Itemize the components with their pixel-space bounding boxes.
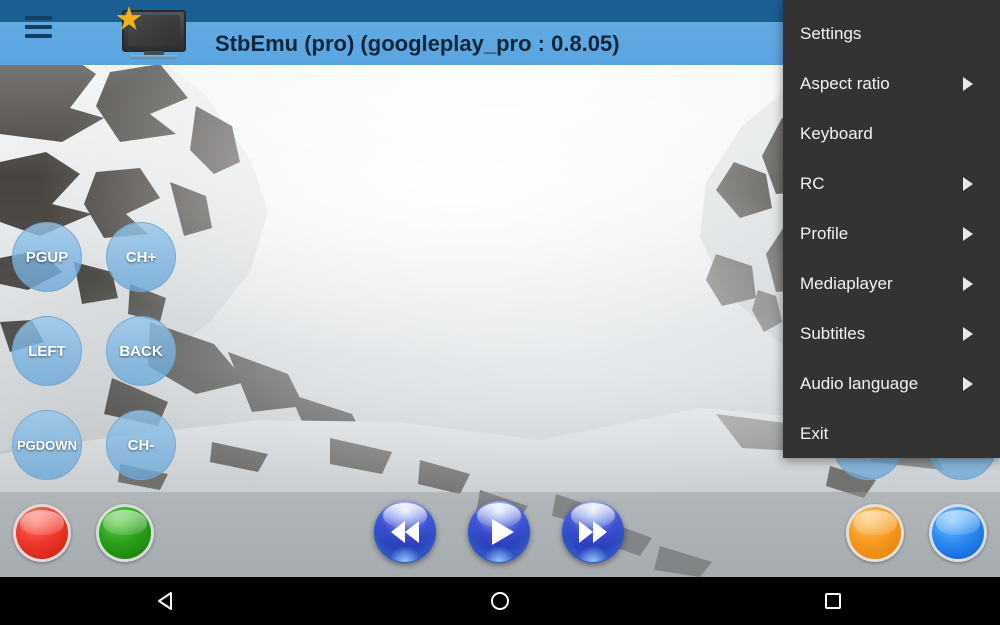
gloss-highlight: [20, 509, 64, 535]
menu-item-label: Audio language: [800, 374, 919, 393]
menu-item-label: Aspect ratio: [800, 74, 890, 93]
nav-home-button[interactable]: [470, 577, 530, 625]
menu-item-exit[interactable]: Exit: [783, 409, 1000, 459]
nav-back-button[interactable]: [137, 577, 197, 625]
rewind-icon: [391, 521, 419, 543]
rc-button-label: PGDOWN: [17, 437, 77, 453]
rc-button-pgup[interactable]: PGUP: [12, 222, 82, 292]
submenu-arrow-icon: [963, 377, 973, 391]
menu-item-subtitles[interactable]: Subtitles: [783, 309, 1000, 359]
menu-item-aspect-ratio[interactable]: Aspect ratio: [783, 59, 1000, 109]
menu-item-label: Profile: [800, 224, 849, 243]
rc-button-left[interactable]: LEFT: [12, 316, 82, 386]
rc-button-label: BACK: [119, 342, 163, 360]
menu-item-profile[interactable]: Profile: [783, 209, 1000, 259]
tv-screen: [128, 15, 180, 46]
fast-forward-button[interactable]: [562, 501, 624, 563]
submenu-arrow-icon: [963, 77, 973, 91]
menu-item-audio-language[interactable]: Audio language: [783, 359, 1000, 409]
options-menu[interactable]: Settings Aspect ratio Keyboard RC Profil…: [783, 0, 1000, 458]
tv-base: [130, 55, 178, 59]
menu-item-keyboard[interactable]: Keyboard: [783, 109, 1000, 159]
rc-button-label: LEFT: [28, 342, 66, 360]
gloss-highlight: [936, 509, 980, 535]
rewind-button[interactable]: [374, 501, 436, 563]
submenu-arrow-icon: [963, 277, 973, 291]
rc-button-label: PGUP: [25, 248, 69, 266]
back-icon: [157, 592, 172, 610]
rc-button-label: CH-: [127, 436, 155, 454]
menu-item-label: RC: [800, 174, 825, 193]
rc-button-label: CH+: [125, 248, 157, 266]
green-button[interactable]: [96, 504, 154, 562]
play-button[interactable]: [468, 501, 530, 563]
rc-button-back[interactable]: BACK: [106, 316, 176, 386]
android-navigation-bar: [0, 577, 1000, 625]
red-button[interactable]: [13, 504, 71, 562]
recents-icon: [825, 593, 842, 609]
home-icon: [490, 592, 509, 610]
menu-item-mediaplayer[interactable]: Mediaplayer: [783, 259, 1000, 309]
menu-item-label: Settings: [800, 24, 862, 43]
rc-button-pgdown[interactable]: PGDOWN: [12, 410, 82, 480]
page-title: StbEmu (pro) (googleplay_pro : 0.8.05): [215, 31, 620, 56]
menu-item-settings[interactable]: Settings: [783, 9, 1000, 59]
gloss-highlight: [853, 509, 897, 535]
nav-recents-button[interactable]: [803, 577, 863, 625]
hamburger-icon[interactable]: [25, 16, 52, 38]
rc-button-chdown[interactable]: CH-: [106, 410, 176, 480]
menu-item-rc[interactable]: RC: [783, 159, 1000, 209]
menu-item-label: Exit: [800, 424, 829, 443]
tv-star-icon: [112, 6, 192, 62]
app-screen: PGUP CH+ LEFT BACK PGDOWN CH- StbEmu (pr…: [0, 0, 1000, 625]
menu-item-label: Keyboard: [800, 124, 873, 143]
menu-item-label: Mediaplayer: [800, 274, 893, 293]
menu-item-label: Subtitles: [800, 324, 866, 343]
fast-forward-icon: [579, 521, 607, 543]
hamburger-line: [25, 16, 52, 20]
submenu-arrow-icon: [963, 327, 973, 341]
submenu-arrow-icon: [963, 177, 973, 191]
gloss-highlight: [103, 509, 147, 535]
orange-button[interactable]: [846, 504, 904, 562]
hamburger-line: [25, 25, 52, 29]
submenu-arrow-icon: [963, 227, 973, 241]
blue-button[interactable]: [929, 504, 987, 562]
rc-button-chup[interactable]: CH+: [106, 222, 176, 292]
hamburger-line: [25, 34, 52, 38]
play-icon: [492, 519, 514, 545]
